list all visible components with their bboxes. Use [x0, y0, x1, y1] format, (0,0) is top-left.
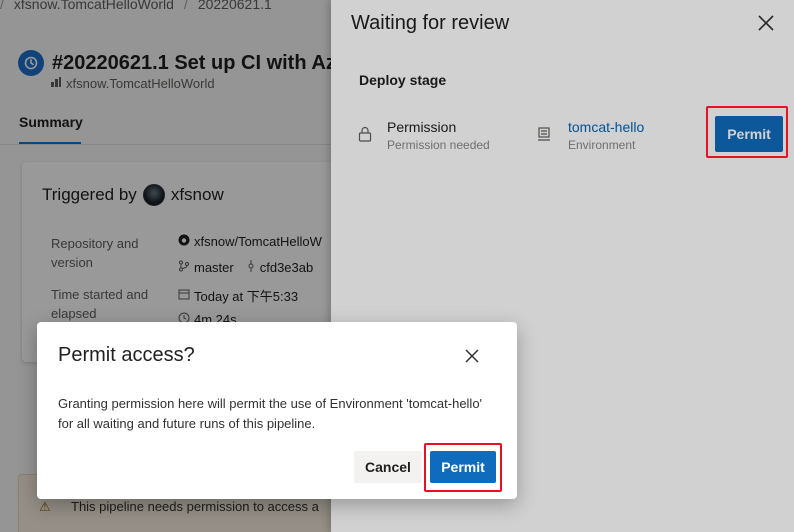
lock-icon — [358, 126, 372, 142]
permit-access-dialog: Permit access? Granting permission here … — [37, 322, 517, 499]
environment-type: Environment — [568, 138, 636, 152]
dialog-title: Permit access? — [58, 344, 195, 366]
panel-title: Waiting for review — [351, 12, 510, 34]
close-icon[interactable] — [755, 12, 777, 34]
environment-icon — [537, 126, 551, 142]
panel-permit-button[interactable]: Permit — [715, 116, 783, 152]
environment-link[interactable]: tomcat-hello — [568, 119, 644, 135]
deploy-stage-heading: Deploy stage — [359, 72, 447, 88]
dialog-body: Granting permission here will permit the… — [58, 396, 483, 431]
close-icon[interactable] — [462, 346, 482, 366]
permit-button[interactable]: Permit — [430, 451, 496, 483]
cancel-button[interactable]: Cancel — [354, 451, 422, 483]
permission-title: Permission — [387, 119, 457, 135]
permission-subtitle: Permission needed — [387, 138, 490, 152]
